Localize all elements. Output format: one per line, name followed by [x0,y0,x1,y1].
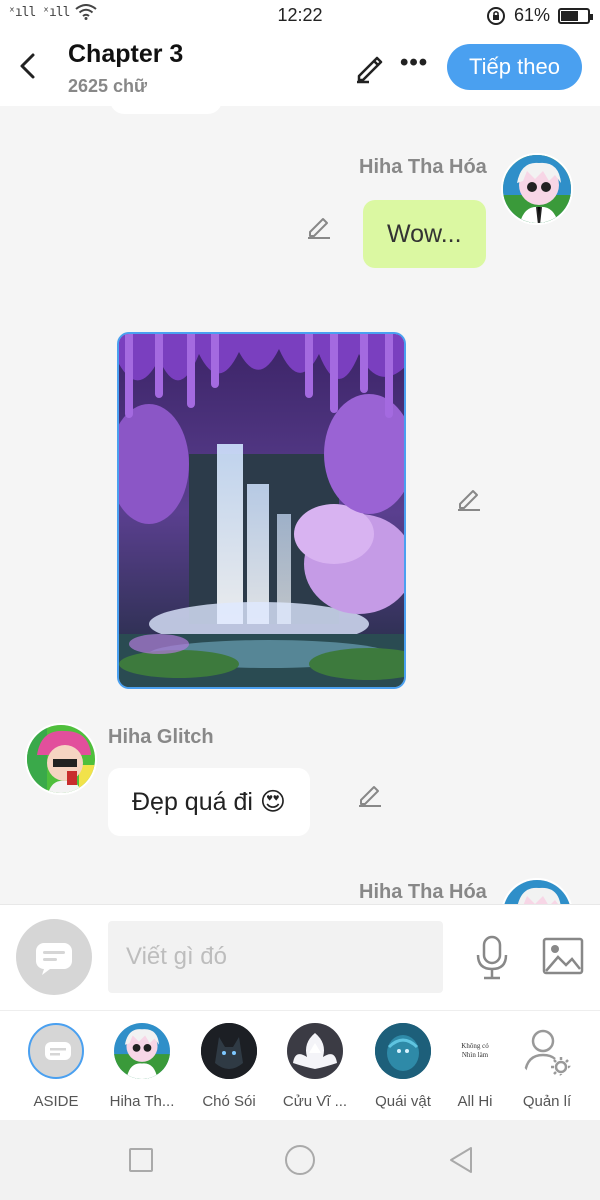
recent-apps-icon[interactable] [129,1148,153,1172]
message-input-bar [0,904,600,1010]
all-hi-avatar-text: Không có Nhìn làm [461,1042,489,1059]
status-bar: ˣıll ˣıll 12:22 61% [0,0,600,30]
character-label: Cửu Vĩ ... [282,1093,348,1110]
character-label: ASIDE [33,1093,79,1110]
hiha-glitch-avatar[interactable] [25,723,97,795]
nine-tailed-fox-avatar [287,1023,343,1079]
back-arrow-icon[interactable] [14,50,44,82]
edit-message-icon[interactable] [305,212,333,240]
character-label: Chó Sói [202,1093,256,1110]
message-bubble[interactable]: Wow... [363,200,486,268]
edit-message-icon[interactable] [356,780,384,808]
character-cuu-vi[interactable]: Cửu Vĩ ... [272,1023,358,1110]
previous-message-bubble [110,106,222,114]
character-cho-soi[interactable]: Chó Sói [186,1023,272,1110]
word-count: 2625 chữ [68,76,148,96]
image-upload-icon[interactable] [542,937,584,975]
all-hi-avatar: Không có Nhìn làm [447,1023,503,1079]
edit-pencil-icon[interactable] [353,52,385,84]
rotation-lock-icon [486,6,505,25]
sender-name: Hiha Tha Hóa [359,881,487,903]
system-nav-bar [0,1120,600,1200]
wolf-avatar [201,1023,257,1079]
manage-user-gear-icon [519,1023,575,1079]
hiha-tha-hoa-avatar [114,1023,170,1079]
hiha-tha-hoa-avatar[interactable] [501,878,573,904]
home-icon[interactable] [285,1145,315,1175]
sea-monster-avatar [375,1023,431,1079]
battery-percent: 61% [513,5,550,25]
sender-name: Hiha Glitch [108,726,214,748]
aside-toggle-button[interactable] [16,919,92,995]
hiha-tha-hoa-avatar[interactable] [501,153,573,225]
more-options-icon[interactable]: ••• [400,51,427,78]
chapter-header: Chapter 3 2625 chữ ••• Tiếp theo [0,30,600,106]
chat-bubble-icon [36,943,72,975]
edit-message-icon[interactable] [455,484,483,512]
battery-fill [561,10,579,21]
back-triangle-icon[interactable] [447,1145,475,1175]
page-title: Chapter 3 [68,40,184,68]
character-hiha-tha-hoa[interactable]: Hiha Th... [99,1023,185,1110]
chat-area[interactable]: Hiha Tha Hóa Wow... Hiha Glitch Đẹp quá … [0,106,600,904]
waterfall-wisteria-image[interactable] [117,332,406,689]
battery-icon [558,7,593,24]
aside-chat-icon [28,1023,84,1079]
character-label: Quản lí [522,1093,572,1110]
status-right: 61% [486,5,593,26]
microphone-icon[interactable] [475,935,509,981]
character-aside[interactable]: ASIDE [13,1023,99,1110]
character-bar: ASIDE Hiha Th... Chó Sói Cửu Vĩ ... Quái… [0,1010,600,1120]
message-input[interactable] [108,921,443,993]
next-chapter-button[interactable]: Tiếp theo [447,44,582,90]
character-label: Hiha Th... [109,1093,175,1110]
message-bubble[interactable]: Đẹp quá đi 😍 [108,768,310,836]
character-manage[interactable]: Quản lí [504,1023,590,1110]
sender-name: Hiha Tha Hóa [359,156,487,178]
